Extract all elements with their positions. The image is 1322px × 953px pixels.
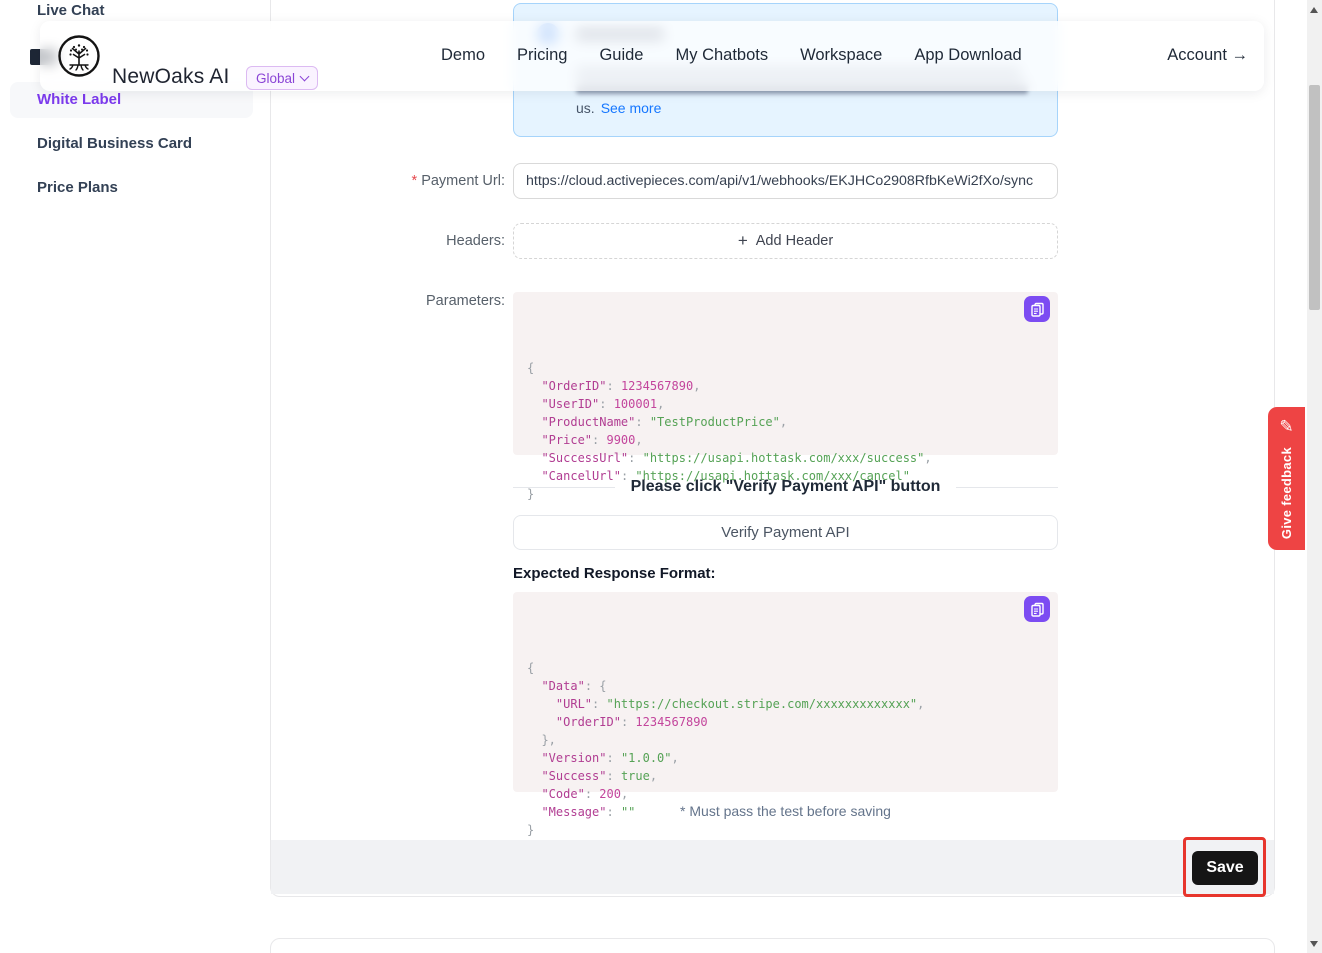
expected-response-label: Expected Response Format:	[513, 565, 716, 582]
payment-url-label: *Payment Url:	[325, 173, 505, 189]
code-line: "UserID": 100001,	[527, 395, 1044, 413]
headers-label: Headers:	[325, 233, 505, 249]
reminder-text: us. See more	[576, 100, 661, 116]
region-selector[interactable]: Global	[246, 66, 318, 90]
brand-name: NewOaks AI	[112, 65, 230, 89]
pencil-icon: ✎	[1279, 417, 1293, 437]
code-line: "Price": 9900,	[527, 431, 1044, 449]
code-line: "Code": 200,	[527, 785, 1044, 803]
nav-link-my-chatbots[interactable]: My Chatbots	[675, 46, 768, 65]
code-line: {	[527, 659, 1044, 677]
verify-payment-api-button[interactable]: Verify Payment API	[513, 515, 1058, 550]
payment-url-label-text: Payment Url:	[421, 173, 505, 189]
nav-link-guide[interactable]: Guide	[599, 46, 643, 65]
account-button[interactable]: Account →	[1167, 46, 1248, 65]
sidebar-item-digital-business-card[interactable]: Digital Business Card	[37, 135, 192, 152]
page: Live Chat White Label Digital Business C…	[0, 0, 1322, 953]
code-line: "SuccessUrl": "https://usapi.hottask.com…	[527, 449, 1044, 467]
chevron-down-icon	[300, 72, 310, 82]
parameters-code-block: { "OrderID": 1234567890, "UserID": 10000…	[513, 292, 1058, 455]
parameters-label: Parameters:	[325, 293, 505, 309]
nav-links: Demo Pricing Guide My Chatbots Workspace…	[441, 46, 1022, 65]
sidebar-item-white-label[interactable]: White Label	[37, 91, 121, 108]
code-line: },	[527, 731, 1044, 749]
copy-icon	[1030, 302, 1045, 317]
divider-line	[513, 487, 615, 488]
arrow-right-icon: →	[1232, 46, 1249, 64]
reminder-text-prefix: us.	[576, 100, 595, 116]
code-line: "URL": "https://checkout.stripe.com/xxxx…	[527, 695, 1044, 713]
scrollbar-thumb[interactable]	[1309, 85, 1320, 310]
nav-link-app-download[interactable]: App Download	[914, 46, 1021, 65]
payment-url-input[interactable]	[513, 163, 1058, 199]
scroll-down-arrow-icon[interactable]	[1310, 941, 1318, 947]
code-line: "Version": "1.0.0",	[527, 749, 1044, 767]
code-line: }	[527, 821, 1044, 839]
add-header-label: Add Header	[756, 233, 833, 249]
sidebar-item-price-plans[interactable]: Price Plans	[37, 179, 118, 196]
divider-line	[956, 487, 1058, 488]
nav-link-demo[interactable]: Demo	[441, 46, 485, 65]
card-footer	[271, 840, 1274, 894]
copy-button[interactable]	[1024, 296, 1050, 322]
sidebar-item-live-chat[interactable]: Live Chat	[37, 2, 105, 19]
nav-link-pricing[interactable]: Pricing	[517, 46, 567, 65]
region-label: Global	[256, 71, 295, 86]
give-feedback-label: Give feedback	[1279, 447, 1294, 539]
plus-icon: +	[738, 231, 748, 251]
give-feedback-tab[interactable]: ✎ Give feedback	[1268, 407, 1305, 550]
code-line: "OrderID": 1234567890	[527, 713, 1044, 731]
copy-button[interactable]	[1024, 596, 1050, 622]
nav-link-workspace[interactable]: Workspace	[800, 46, 882, 65]
divider-text: Please click "Verify Payment API" button	[631, 478, 941, 496]
account-label: Account	[1167, 46, 1227, 64]
next-section-card	[270, 938, 1275, 953]
save-button[interactable]: Save	[1192, 851, 1258, 885]
top-navbar: NewOaks AI Global Demo Pricing Guide My …	[40, 21, 1264, 91]
page-scrollbar[interactable]	[1307, 0, 1322, 953]
code-line: "Data": {	[527, 677, 1044, 695]
code-line: "ProductName": "TestProductPrice",	[527, 413, 1044, 431]
divider-with-text: Please click "Verify Payment API" button	[513, 478, 1058, 496]
must-pass-note: * Must pass the test before saving	[513, 803, 1058, 819]
expected-response-code-block: { "Data": { "URL": "https://checkout.str…	[513, 592, 1058, 792]
add-header-button[interactable]: + Add Header	[513, 223, 1058, 259]
see-more-link[interactable]: See more	[601, 100, 662, 116]
copy-icon	[1030, 602, 1045, 617]
code-line: "OrderID": 1234567890,	[527, 377, 1044, 395]
code-line: {	[527, 359, 1044, 377]
required-asterisk: *	[412, 173, 418, 189]
newoaks-logo-icon[interactable]	[57, 34, 101, 78]
code-line: "Success": true,	[527, 767, 1044, 785]
scroll-up-arrow-icon[interactable]	[1310, 7, 1318, 13]
